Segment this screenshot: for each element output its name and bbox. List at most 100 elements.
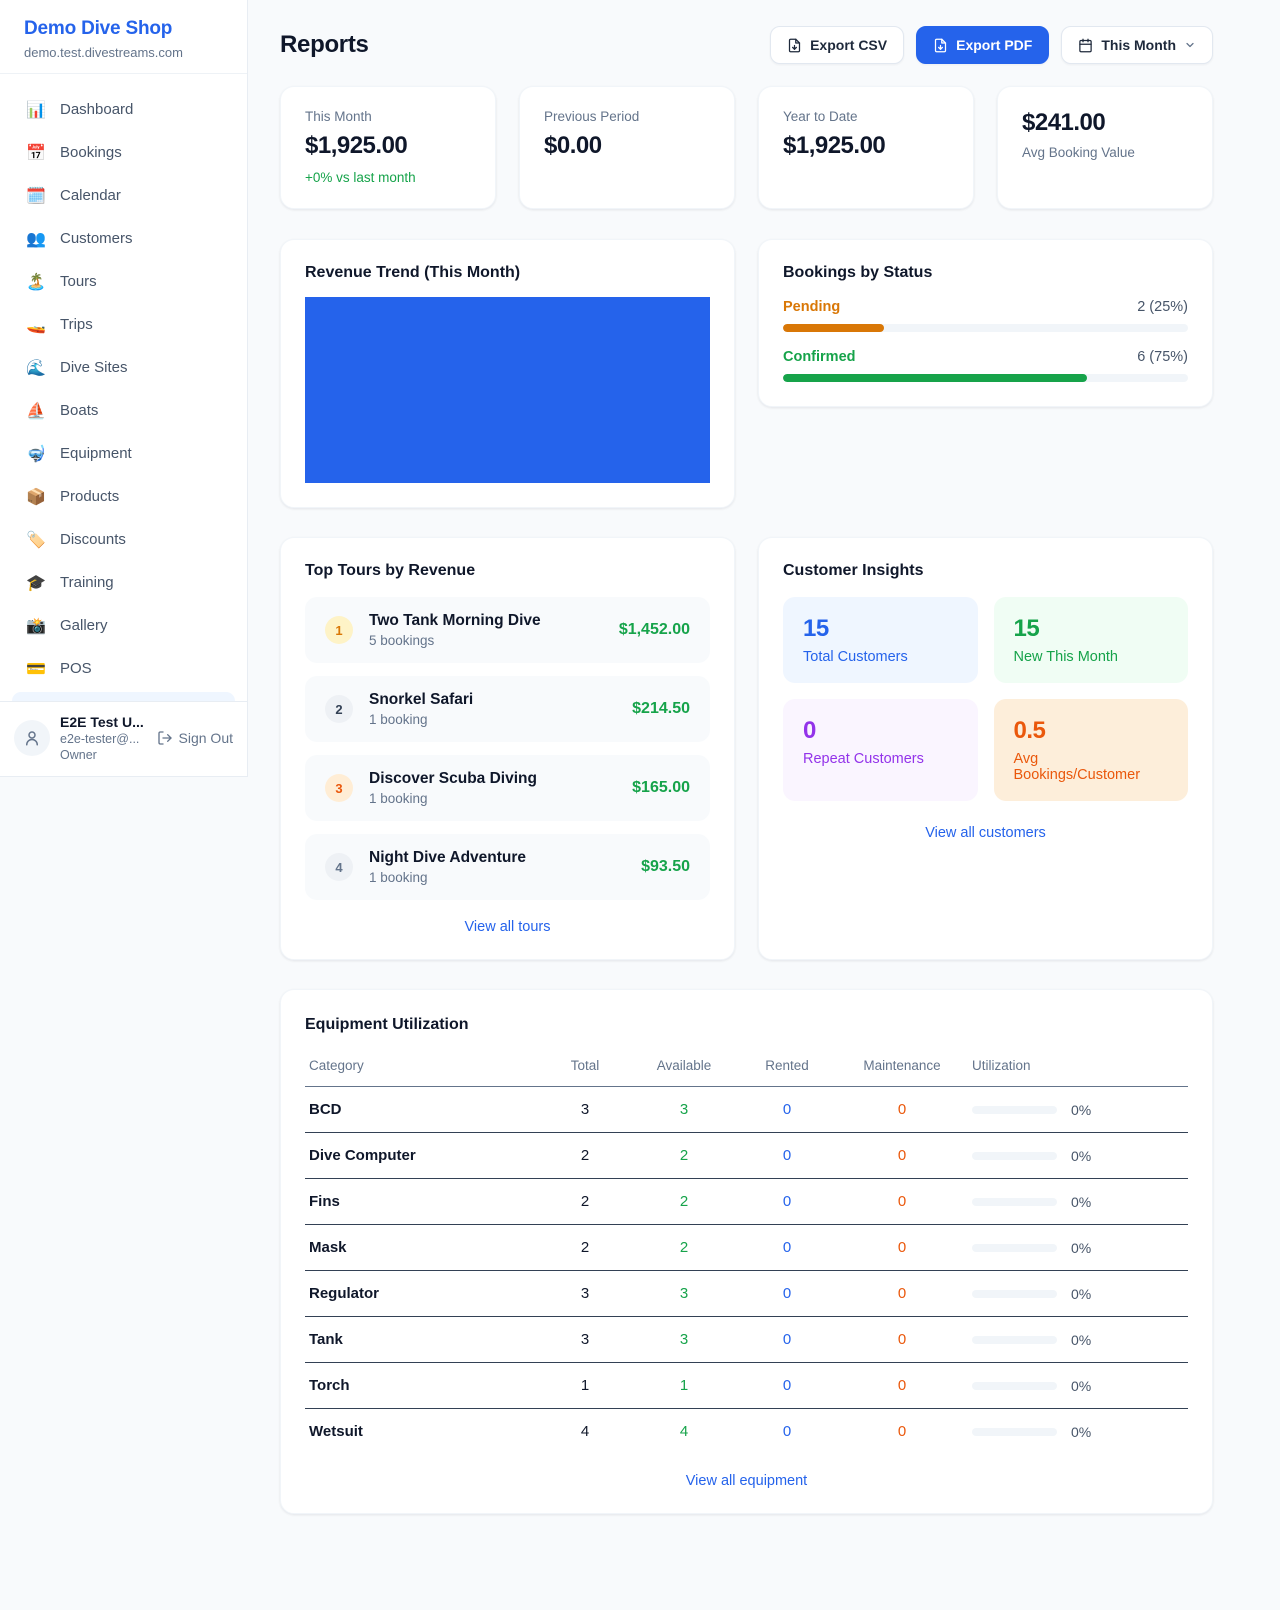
stat-card-year-to-date: Year to Date $1,925.00: [758, 86, 974, 209]
user-role: Owner: [60, 748, 147, 762]
tour-bookings: 5 bookings: [369, 633, 603, 648]
wave-icon: 🌊: [26, 358, 46, 378]
calendar-icon: 📅: [26, 143, 46, 163]
cell-total: 2: [540, 1225, 630, 1271]
sign-out-button[interactable]: Sign Out: [157, 730, 233, 746]
period-label: This Month: [1101, 37, 1176, 53]
sidebar-item-trips[interactable]: 🚤Trips: [0, 303, 247, 346]
stat-label: Avg Booking Value: [1022, 145, 1188, 160]
column-header: Rented: [738, 1046, 836, 1087]
sidebar-item-dashboard[interactable]: 📊 Dashboard: [0, 88, 247, 131]
sidebar-item-tours[interactable]: 🏝️Tours: [0, 260, 247, 303]
tile-value: 0.5: [1014, 717, 1169, 745]
cell-total: 2: [540, 1133, 630, 1179]
tour-name: Discover Scuba Diving: [369, 770, 616, 788]
tour-name: Two Tank Morning Dive: [369, 612, 603, 630]
rank-badge: 1: [325, 616, 353, 644]
user-name: E2E Test U...: [60, 714, 147, 730]
sidebar-item-training[interactable]: 🎓Training: [0, 561, 247, 604]
tile-value: 15: [1014, 615, 1169, 643]
cell-rented: 0: [738, 1363, 836, 1409]
stat-value: $0.00: [544, 132, 710, 160]
stat-value: $1,925.00: [783, 132, 949, 160]
cell-available: 1: [630, 1363, 738, 1409]
sidebar-item-products[interactable]: 📦Products: [0, 475, 247, 518]
equipment-utilization-card: Equipment Utilization Category Total Ava…: [280, 989, 1213, 1514]
sidebar-nav: 📊 Dashboard 📅Bookings 🗓️Calendar 👥Custome…: [0, 74, 247, 690]
sidebar-item-bookings[interactable]: 📅Bookings: [0, 131, 247, 174]
calendar-icon: [1078, 38, 1093, 53]
cell-category: Dive Computer: [305, 1133, 540, 1179]
sidebar-item-label: Dive Sites: [60, 359, 128, 376]
header-actions: Export CSV Export PDF This Month: [770, 26, 1213, 64]
chevron-down-icon: [1184, 39, 1196, 51]
sidebar-item-pos[interactable]: 💳POS: [0, 647, 247, 690]
stat-card-previous-period: Previous Period $0.00: [519, 86, 735, 209]
tile-label: Repeat Customers: [803, 751, 958, 767]
dashboard-icon: 📊: [26, 100, 46, 120]
utilization-percent: 0%: [1071, 1194, 1091, 1210]
page-header: Reports Export CSV Export PDF This Month: [280, 26, 1213, 64]
view-all-tours-link[interactable]: View all tours: [305, 919, 710, 935]
sailboat-icon: ⛵: [26, 401, 46, 421]
period-dropdown[interactable]: This Month: [1061, 26, 1213, 64]
utilization-bar: [972, 1198, 1057, 1206]
tour-revenue: $93.50: [641, 858, 690, 876]
export-csv-label: Export CSV: [810, 37, 887, 53]
table-header-row: Category Total Available Rented Maintena…: [305, 1046, 1188, 1087]
cell-maintenance: 0: [836, 1317, 968, 1363]
table-row: Torch 1 1 0 0 0%: [305, 1363, 1188, 1409]
sign-out-icon: [157, 730, 173, 746]
utilization-percent: 0%: [1071, 1102, 1091, 1118]
tour-list: 1 Two Tank Morning Dive5 bookings $1,452…: [305, 597, 710, 900]
sidebar-item-dive-sites[interactable]: 🌊 Dive Sites: [0, 346, 247, 389]
status-count: 2 (25%): [1137, 299, 1188, 315]
sidebar-item-equipment[interactable]: 🤿Equipment: [0, 432, 247, 475]
sidebar-item-label: Training: [60, 574, 114, 591]
tag-icon: 🏷️: [26, 530, 46, 550]
sidebar-item-label: Dashboard: [60, 101, 133, 118]
sidebar-item-discounts[interactable]: 🏷️ Discounts: [0, 518, 247, 561]
utilization-percent: 0%: [1071, 1378, 1091, 1394]
cell-category: Tank: [305, 1317, 540, 1363]
stats-row: This Month $1,925.00 +0% vs last month P…: [280, 86, 1213, 209]
revenue-trend-title: Revenue Trend (This Month): [305, 264, 710, 282]
table-row: Mask 2 2 0 0 0%: [305, 1225, 1188, 1271]
cell-total: 3: [540, 1087, 630, 1133]
sidebar-item-reports-partial[interactable]: [12, 692, 235, 701]
tour-bookings: 1 booking: [369, 712, 616, 727]
brand-name[interactable]: Demo Dive Shop: [24, 18, 223, 40]
cell-category: Fins: [305, 1179, 540, 1225]
sidebar-item-gallery[interactable]: 📸 Gallery: [0, 604, 247, 647]
sidebar-item-label: Gallery: [60, 617, 108, 634]
user-meta: E2E Test U... e2e-tester@... Owner: [60, 714, 147, 762]
sidebar-item-calendar[interactable]: 🗓️Calendar: [0, 174, 247, 217]
cell-available: 3: [630, 1271, 738, 1317]
cell-maintenance: 0: [836, 1363, 968, 1409]
export-csv-button[interactable]: Export CSV: [770, 26, 904, 64]
view-all-customers-link[interactable]: View all customers: [783, 825, 1188, 841]
person-icon: [23, 729, 41, 747]
cell-available: 2: [630, 1179, 738, 1225]
camera-icon: 📸: [26, 616, 46, 636]
credit-card-icon: 💳: [26, 659, 46, 679]
user-email: e2e-tester@...: [60, 732, 147, 746]
tour-bookings: 1 booking: [369, 791, 616, 806]
table-row: Fins 2 2 0 0 0%: [305, 1179, 1188, 1225]
view-all-equipment-link[interactable]: View all equipment: [305, 1473, 1188, 1489]
export-pdf-button[interactable]: Export PDF: [916, 26, 1049, 64]
sidebar-item-label: Tours: [60, 273, 97, 290]
insight-tiles: 15 Total Customers 15 New This Month 0 R…: [783, 597, 1188, 801]
cell-category: Torch: [305, 1363, 540, 1409]
sidebar-item-boats[interactable]: ⛵ Boats: [0, 389, 247, 432]
status-row-pending: Pending 2 (25%): [783, 299, 1188, 332]
tour-name: Snorkel Safari: [369, 691, 616, 709]
sidebar-item-customers[interactable]: 👥Customers: [0, 217, 247, 260]
tour-revenue: $214.50: [632, 700, 690, 718]
sidebar-item-label: Discounts: [60, 531, 126, 548]
status-row-confirmed: Confirmed 6 (75%): [783, 349, 1188, 382]
stat-label: This Month: [305, 109, 471, 124]
sidebar-item-label: Boats: [60, 402, 98, 419]
status-bar-fill: [783, 324, 884, 332]
cell-maintenance: 0: [836, 1179, 968, 1225]
